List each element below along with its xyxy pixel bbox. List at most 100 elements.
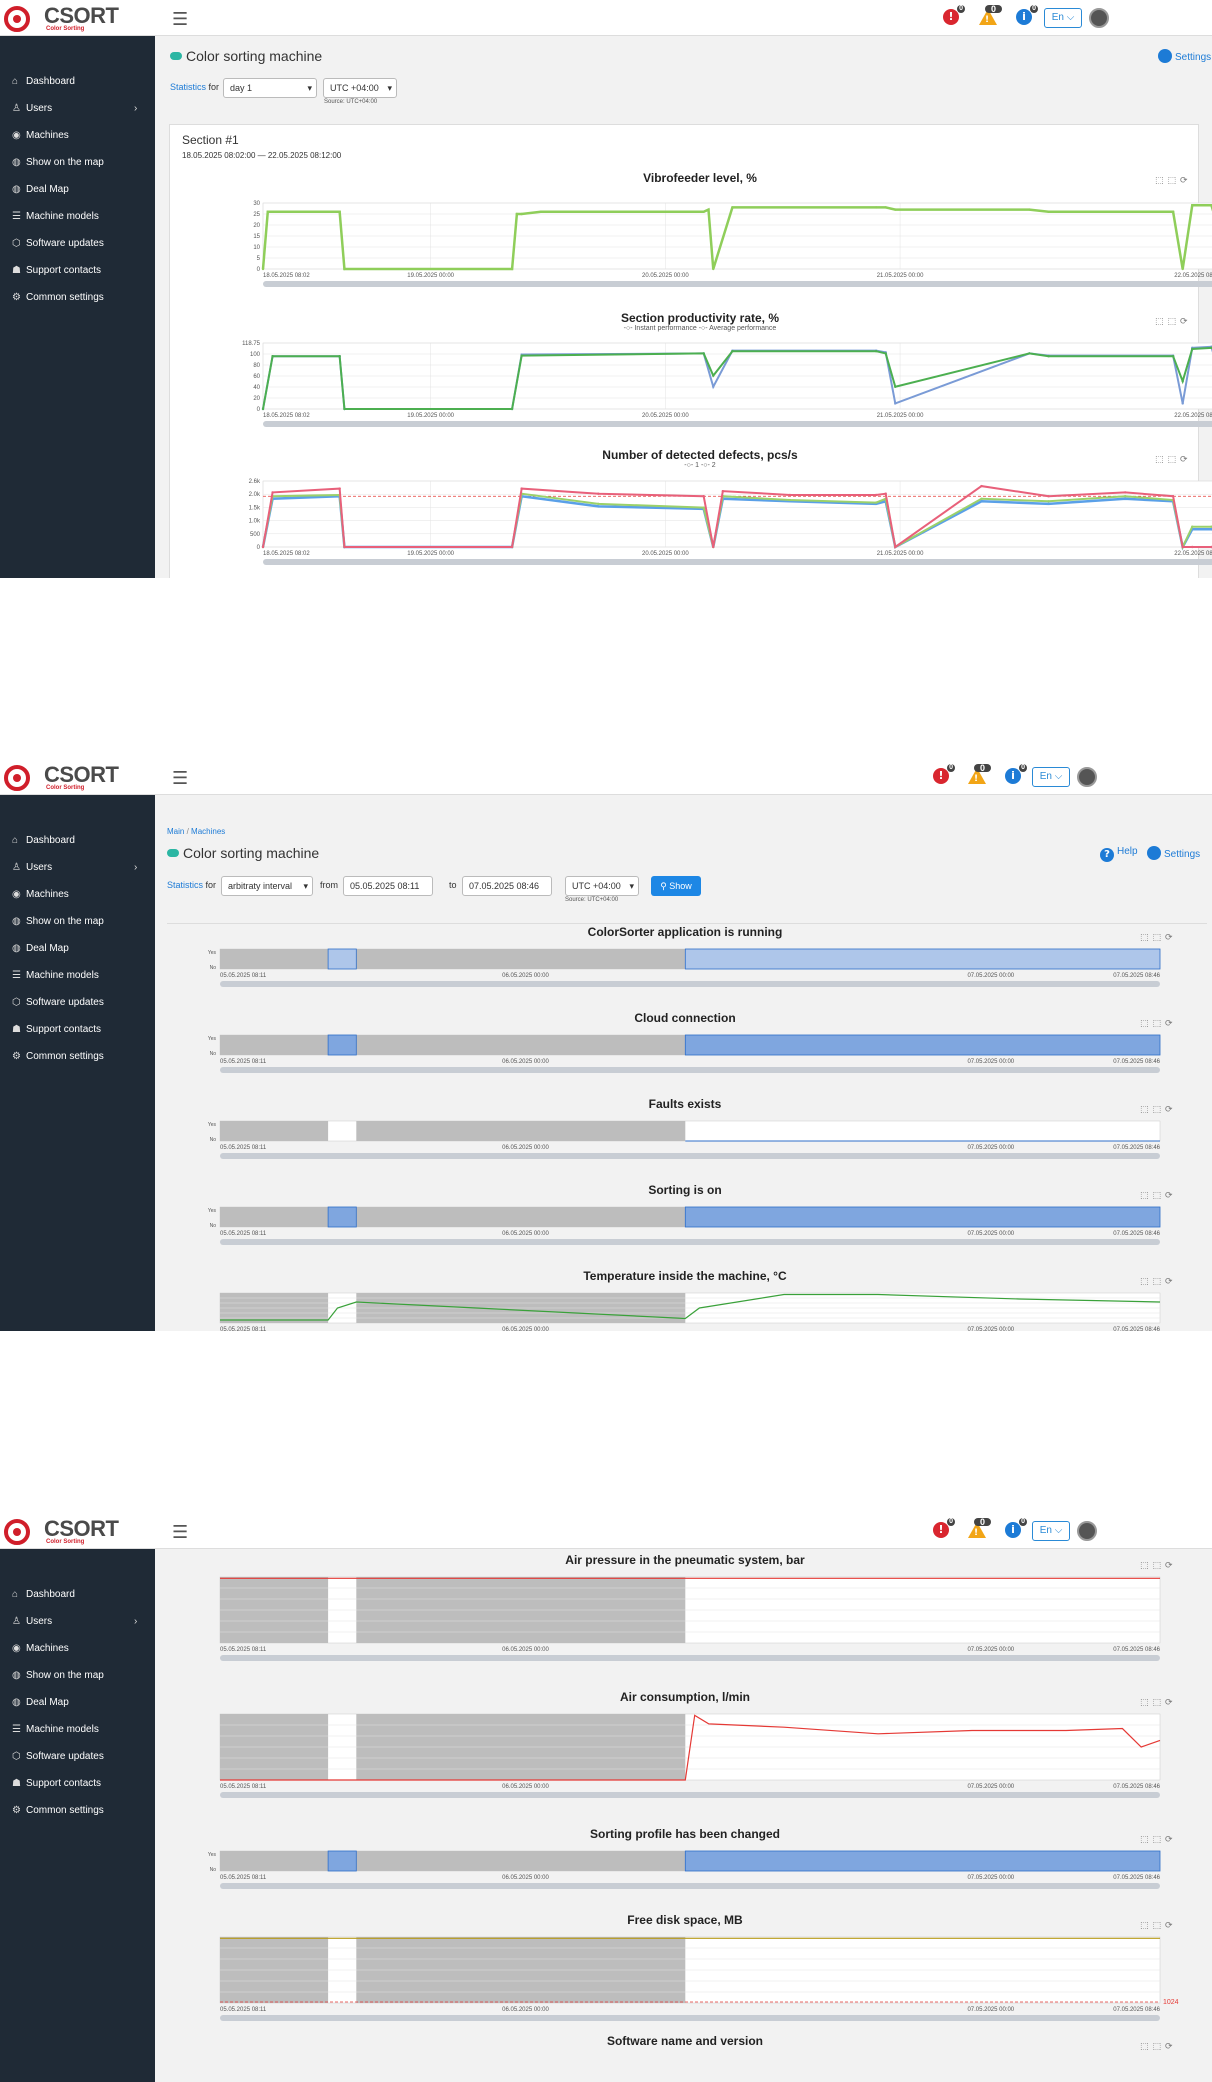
sidebar-item-dashboard[interactable]: ⌂ Dashboard bbox=[12, 76, 75, 87]
error-notification-icon[interactable]: ! 0 bbox=[943, 5, 965, 25]
chart-toolbar[interactable]: ⬚⬚⟳ bbox=[1140, 1561, 1177, 1571]
period-select[interactable]: arbitraty interval bbox=[221, 876, 313, 896]
settings-button[interactable]: Settings bbox=[1158, 49, 1211, 63]
info-notification-icon[interactable]: i0 bbox=[1016, 5, 1038, 25]
logo[interactable]: CSORT Color Sorting bbox=[4, 1516, 124, 1548]
sidebar-item-deal-map[interactable]: ◍ Deal Map bbox=[12, 1697, 69, 1708]
chart-toolbar[interactable]: ⬚⬚⟳ bbox=[1155, 455, 1192, 465]
chart-toolbar[interactable]: ⬚⬚⟳ bbox=[1140, 1698, 1177, 1708]
error-notification-icon[interactable]: ! 0 bbox=[933, 764, 955, 784]
chart-legend-productivity[interactable]: -○- Instant performance -○- Average perf… bbox=[575, 325, 825, 332]
screenshot-statistics-interval: CSORT Color Sorting ☰ ! 0 ! 0 i0 En ⌵ ⌂ Dash… bbox=[0, 759, 1212, 1331]
timezone-select[interactable]: UTC +04:00 bbox=[565, 876, 639, 896]
avatar[interactable] bbox=[1077, 767, 1097, 787]
chart-toolbar[interactable]: ⬚⬚⟳ bbox=[1140, 1105, 1177, 1115]
hamburger-menu-icon[interactable]: ☰ bbox=[172, 768, 188, 789]
timezone-select[interactable]: UTC +04:00 bbox=[323, 78, 397, 98]
sidebar-item-machine-models[interactable]: ☰ Machine models bbox=[12, 1724, 99, 1735]
sidebar-item-show-on-map[interactable]: ◍ Show on the map bbox=[12, 157, 104, 168]
to-date-input[interactable]: 07.05.2025 08:46 bbox=[462, 876, 552, 896]
sidebar-item-machines[interactable]: ◉ Machines bbox=[12, 130, 69, 141]
range-scrollbar[interactable] bbox=[263, 281, 1212, 287]
chart-toolbar[interactable]: ⬚⬚⟳ bbox=[1140, 1921, 1177, 1931]
statistics-link[interactable]: Statistics bbox=[167, 880, 203, 890]
range-scrollbar[interactable] bbox=[220, 2015, 1160, 2021]
sidebar-item-users[interactable]: ♙ Users › bbox=[12, 1616, 137, 1627]
chart-toolbar[interactable]: ⬚⬚⟳ bbox=[1140, 1191, 1177, 1201]
hamburger-menu-icon[interactable]: ☰ bbox=[172, 1522, 188, 1543]
logo[interactable]: CSORT Color Sorting bbox=[4, 762, 124, 794]
chart-toolbar[interactable]: ⬚⬚⟳ bbox=[1155, 176, 1192, 186]
x-tick-label: 07.05.2025 08:46 bbox=[1113, 1059, 1160, 1065]
logo[interactable]: CSORT Color Sorting bbox=[4, 3, 124, 35]
sidebar-item-users[interactable]: ♙ Users › bbox=[12, 103, 137, 114]
chart-toolbar[interactable]: ⬚⬚⟳ bbox=[1140, 1019, 1177, 1029]
chart-toolbar[interactable]: ⬚⬚⟳ bbox=[1140, 1835, 1177, 1845]
range-scrollbar[interactable] bbox=[220, 981, 1160, 987]
sidebar-item-dashboard[interactable]: ⌂ Dashboard bbox=[12, 1589, 75, 1600]
hamburger-menu-icon[interactable]: ☰ bbox=[172, 9, 188, 30]
sidebar-item-show-on-map[interactable]: ◍ Show on the map bbox=[12, 916, 104, 927]
range-scrollbar[interactable] bbox=[263, 421, 1212, 427]
x-tick-label: 06.05.2025 00:00 bbox=[502, 1875, 549, 1881]
sidebar-item-label: Deal Map bbox=[26, 184, 69, 195]
state-on-bar bbox=[684, 1850, 1161, 1872]
sidebar-item-dashboard[interactable]: ⌂ Dashboard bbox=[12, 835, 75, 846]
breadcrumb-machines[interactable]: Machines bbox=[191, 827, 225, 836]
sidebar-item-common-settings[interactable]: ⚙ Common settings bbox=[12, 1805, 104, 1816]
language-select[interactable]: En ⌵ bbox=[1032, 767, 1070, 787]
show-button[interactable]: ⚲ Show bbox=[651, 876, 701, 896]
info-notification-icon[interactable]: i0 bbox=[1005, 764, 1027, 784]
error-notification-icon[interactable]: ! 0 bbox=[933, 1518, 955, 1538]
support-contacts-icon: ☗ bbox=[12, 1024, 21, 1035]
data-point bbox=[712, 267, 715, 271]
range-scrollbar[interactable] bbox=[220, 1792, 1160, 1798]
sidebar-item-common-settings[interactable]: ⚙ Common settings bbox=[12, 1051, 104, 1062]
warning-notification-icon[interactable]: ! 0 bbox=[979, 5, 1002, 25]
range-scrollbar[interactable] bbox=[220, 1239, 1160, 1245]
sidebar-item-software-updates[interactable]: ⬡ Software updates bbox=[12, 997, 104, 1008]
language-select[interactable]: En ⌵ bbox=[1032, 1521, 1070, 1541]
sidebar-item-support-contacts[interactable]: ☗ Support contacts bbox=[12, 1778, 101, 1789]
range-scrollbar[interactable] bbox=[263, 559, 1212, 565]
chart-toolbar[interactable]: ⬚⬚⟳ bbox=[1140, 1277, 1177, 1287]
data-point bbox=[261, 545, 265, 549]
period-select[interactable]: day 1 bbox=[223, 78, 317, 98]
sidebar-item-support-contacts[interactable]: ☗ Support contacts bbox=[12, 1024, 101, 1035]
warning-notification-icon[interactable]: ! 0 bbox=[968, 1518, 991, 1538]
sidebar-item-machine-models[interactable]: ☰ Machine models bbox=[12, 970, 99, 981]
chart-toolbar[interactable]: ⬚⬚⟳ bbox=[1140, 2042, 1177, 2052]
breadcrumb-main[interactable]: Main bbox=[167, 827, 184, 836]
avatar[interactable] bbox=[1077, 1521, 1097, 1541]
info-notification-icon[interactable]: i0 bbox=[1005, 1518, 1027, 1538]
sidebar-item-deal-map[interactable]: ◍ Deal Map bbox=[12, 184, 69, 195]
sidebar-item-common-settings[interactable]: ⚙ Common settings bbox=[12, 292, 104, 303]
chart-toolbar[interactable]: ⬚⬚⟳ bbox=[1155, 317, 1192, 327]
sidebar-item-software-updates[interactable]: ⬡ Software updates bbox=[12, 238, 104, 249]
chart-legend-defects[interactable]: -○- 1 -○- 2 bbox=[575, 462, 825, 469]
data-point bbox=[788, 498, 792, 502]
statistics-link[interactable]: Statistics bbox=[170, 82, 206, 92]
avatar[interactable] bbox=[1089, 8, 1109, 28]
sidebar-item-deal-map[interactable]: ◍ Deal Map bbox=[12, 943, 69, 954]
from-date-input[interactable]: 05.05.2025 08:11 bbox=[343, 876, 433, 896]
sidebar-item-machines[interactable]: ◉ Machines bbox=[12, 1643, 69, 1654]
help-button[interactable]: ? Help bbox=[1100, 846, 1138, 862]
sidebar-item-software-updates[interactable]: ⬡ Software updates bbox=[12, 1751, 104, 1762]
range-scrollbar[interactable] bbox=[220, 1655, 1160, 1661]
statistics-filter-label: Statistics for bbox=[170, 82, 220, 92]
sidebar-item-support-contacts[interactable]: ☗ Support contacts bbox=[12, 265, 101, 276]
sidebar-item-machines[interactable]: ◉ Machines bbox=[12, 889, 69, 900]
sidebar-item-show-on-map[interactable]: ◍ Show on the map bbox=[12, 1670, 104, 1681]
sidebar-item-machine-models[interactable]: ☰ Machine models bbox=[12, 211, 99, 222]
chart-title: Cloud connection bbox=[634, 1011, 736, 1025]
range-scrollbar[interactable] bbox=[220, 1153, 1160, 1159]
range-scrollbar[interactable] bbox=[220, 1067, 1160, 1073]
sidebar-item-users[interactable]: ♙ Users › bbox=[12, 862, 137, 873]
settings-button[interactable]: Settings bbox=[1147, 846, 1200, 860]
language-select[interactable]: En ⌵ bbox=[1044, 8, 1082, 28]
warning-notification-icon[interactable]: ! 0 bbox=[968, 764, 991, 784]
range-scrollbar[interactable] bbox=[220, 1883, 1160, 1889]
y-tick-label: No bbox=[210, 1137, 217, 1143]
chart-toolbar[interactable]: ⬚⬚⟳ bbox=[1140, 933, 1177, 943]
